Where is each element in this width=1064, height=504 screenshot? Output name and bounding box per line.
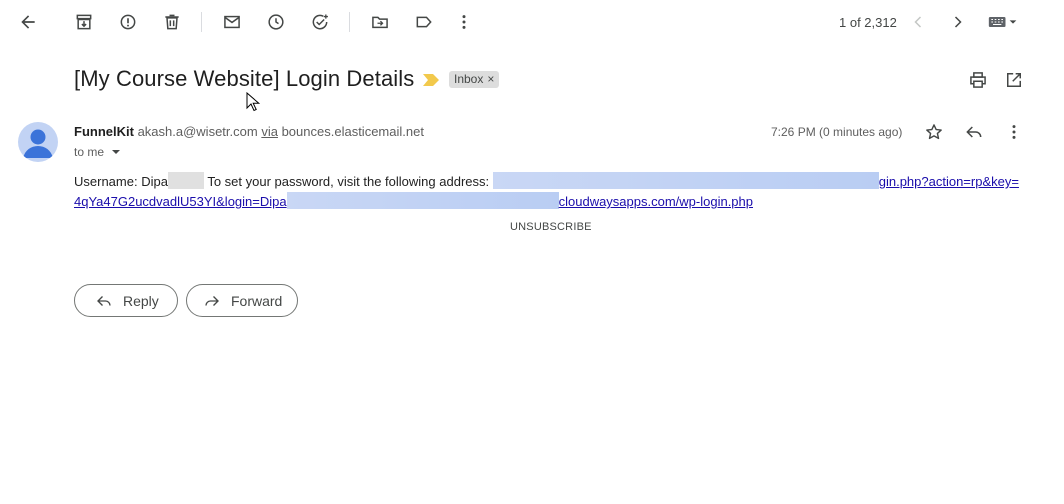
email-subject: [My Course Website] Login Details <box>74 66 415 91</box>
default-person-icon <box>23 129 53 158</box>
forward-arrow-icon <box>205 295 219 306</box>
sender-avatar[interactable] <box>18 122 58 162</box>
back-arrow-icon[interactable] <box>14 8 42 36</box>
move-to-icon[interactable] <box>366 8 394 36</box>
email-body-line-2: 4qYa47G2ucdvadlU53YI&login=Dipa cloudways… <box>74 192 753 209</box>
reset-password-link[interactable]: gin.php?action=rp&key= <box>492 172 1019 189</box>
star-icon[interactable] <box>920 118 948 146</box>
reset-password-link-continued[interactable]: 4qYa47G2ucdvadlU53YI&login=Dipa cloudways… <box>74 192 753 209</box>
inbox-label-chip: Inbox × <box>449 71 500 88</box>
reset-link-text-3: cloudwaysapps.com/wp-login.php <box>558 194 753 209</box>
redacted-username <box>167 172 204 189</box>
reply-arrow-icon <box>97 295 111 306</box>
redacted-url <box>492 172 879 189</box>
recipient-text: to me <box>74 145 105 159</box>
report-spam-icon[interactable] <box>114 8 142 36</box>
input-tools-keyboard-icon[interactable] <box>984 8 1022 36</box>
remove-label-icon[interactable]: × <box>487 72 494 86</box>
mark-unread-icon[interactable] <box>218 8 246 36</box>
via-domain: bounces.elasticemail.net <box>281 124 424 139</box>
sender-name[interactable]: FunnelKit <box>74 124 134 139</box>
reply-button[interactable]: Reply <box>74 284 178 317</box>
message-more-options-icon[interactable] <box>1000 118 1028 146</box>
email-timestamp: 7:26 PM (0 minutes ago) <box>771 125 903 139</box>
redacted-url <box>286 192 559 209</box>
forward-button-label: Forward <box>231 292 283 309</box>
reply-button-label: Reply <box>123 292 159 309</box>
archive-icon[interactable] <box>70 8 98 36</box>
reset-link-text-1: gin.php?action=rp&key= <box>878 174 1019 189</box>
sender-line: FunnelKit akash.a@wisetr.com via bounces… <box>74 124 424 139</box>
print-icon[interactable] <box>964 66 992 94</box>
username-text: Username: Dipa <box>74 174 168 189</box>
via-link[interactable]: via <box>261 124 278 139</box>
password-instructions: To set your password, visit the followin… <box>203 174 493 189</box>
snooze-icon[interactable] <box>262 8 290 36</box>
sender-email: akash.a@wisetr.com <box>137 124 258 139</box>
reset-link-text-2: 4qYa47G2ucdvadlU53YI&login=Dipa <box>74 194 287 209</box>
delete-icon[interactable] <box>158 8 186 36</box>
pager-count: 1 of 2,312 <box>839 15 897 30</box>
add-to-tasks-icon[interactable] <box>306 8 334 36</box>
newer-chevron-icon[interactable] <box>904 8 932 36</box>
older-chevron-icon[interactable] <box>944 8 972 36</box>
recipient-details-toggle[interactable]: to me <box>74 145 121 159</box>
toolbar-divider <box>201 12 202 32</box>
more-options-icon[interactable] <box>450 8 478 36</box>
email-body-line-1: Username: Dipa To set your password, vis… <box>74 172 1019 189</box>
reply-icon[interactable] <box>960 118 988 146</box>
dropdown-arrow-icon <box>112 150 121 154</box>
open-in-new-window-icon[interactable] <box>1000 66 1028 94</box>
important-marker-icon[interactable] <box>423 74 439 86</box>
inbox-label-text: Inbox <box>454 72 484 86</box>
forward-button[interactable]: Forward <box>186 284 298 317</box>
toolbar-divider <box>349 12 350 32</box>
unsubscribe-link[interactable]: UNSUBSCRIBE <box>510 221 592 233</box>
mouse-cursor-icon <box>246 92 260 112</box>
label-icon[interactable] <box>410 8 438 36</box>
